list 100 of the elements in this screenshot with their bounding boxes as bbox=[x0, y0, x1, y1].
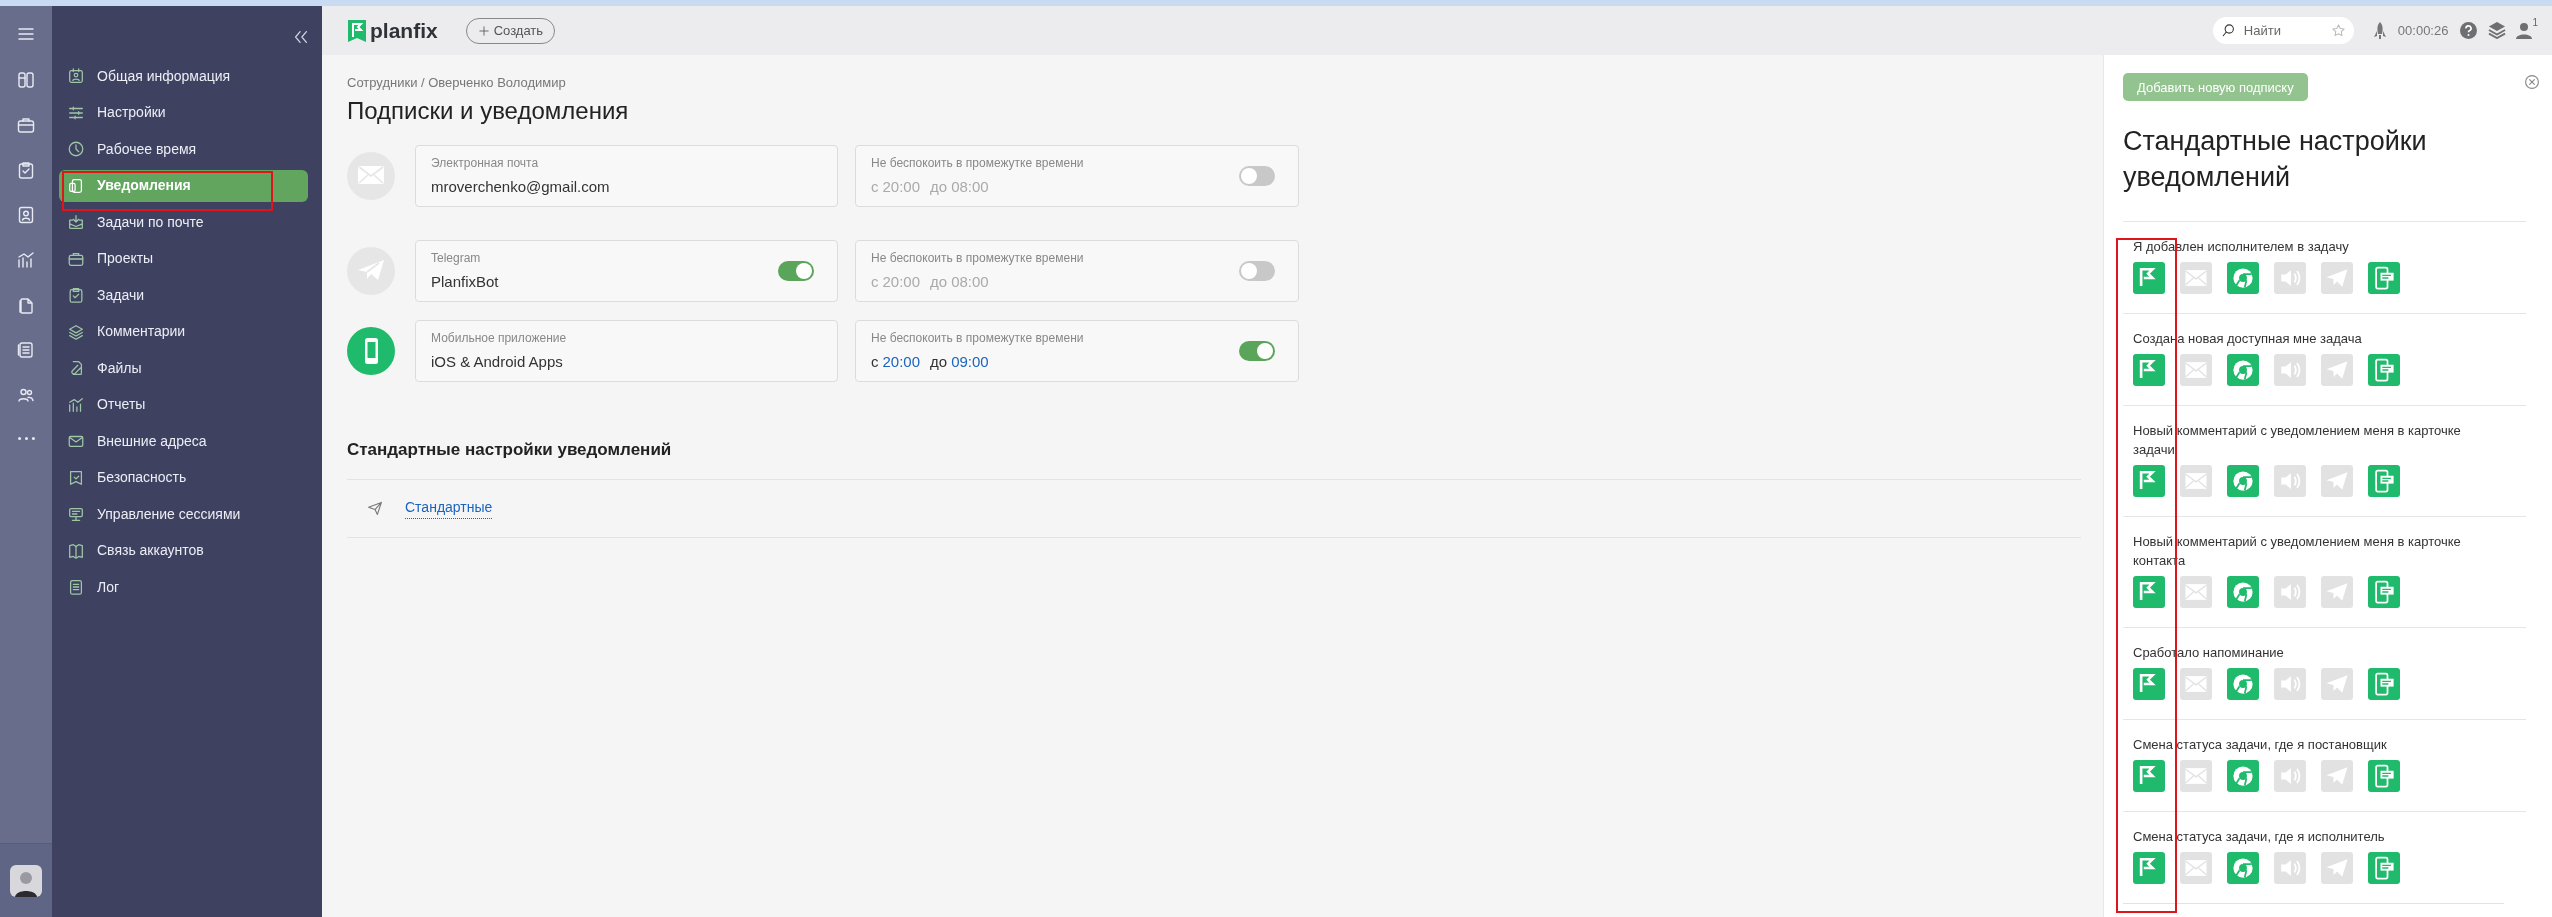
field-label: Не беспокоить в промежутке времени bbox=[871, 155, 1085, 173]
channel-toggle[interactable] bbox=[2274, 576, 2306, 608]
subscription-link[interactable]: Стандартные bbox=[405, 497, 493, 520]
avatar-icon[interactable] bbox=[10, 864, 42, 897]
sidebar-item[interactable]: Задачи по почте bbox=[59, 206, 308, 238]
channel-toggle[interactable] bbox=[2180, 668, 2212, 700]
channel-toggle[interactable] bbox=[2133, 576, 2165, 608]
sidebar-item[interactable]: Проекты bbox=[59, 242, 308, 275]
layers-icon bbox=[67, 322, 85, 341]
sidebar-item[interactable]: Безопасность bbox=[59, 461, 308, 494]
channel-toggle[interactable] bbox=[2274, 760, 2306, 792]
channel-toggle[interactable] bbox=[2368, 354, 2400, 386]
rocket-icon[interactable] bbox=[2371, 21, 2388, 40]
sidebar-item[interactable]: Связь аккаунтов bbox=[59, 534, 308, 567]
channel-toggle[interactable] bbox=[2321, 262, 2353, 294]
channel-toggle[interactable] bbox=[2227, 262, 2259, 294]
channel-toggle[interactable] bbox=[2368, 576, 2400, 608]
columns-icon bbox=[16, 70, 36, 90]
channel-toggle[interactable] bbox=[2180, 262, 2212, 294]
channel-toggle[interactable] bbox=[2180, 465, 2212, 497]
contact-card-icon bbox=[16, 205, 36, 225]
toggle-switch[interactable] bbox=[778, 261, 814, 282]
chevrons-left-icon bbox=[292, 28, 310, 46]
channel-toggle[interactable] bbox=[2321, 465, 2353, 497]
channel-toggle[interactable] bbox=[2368, 668, 2400, 700]
channel-toggle[interactable] bbox=[2227, 354, 2259, 386]
toggle-switch[interactable] bbox=[1239, 341, 1275, 362]
channel-toggle[interactable] bbox=[2321, 576, 2353, 608]
channel-toggle[interactable] bbox=[2274, 465, 2306, 497]
channel-toggle[interactable] bbox=[2274, 668, 2306, 700]
channel-toggle[interactable] bbox=[2227, 760, 2259, 792]
layers-icon[interactable] bbox=[2488, 22, 2507, 39]
channel-toggle[interactable] bbox=[2368, 760, 2400, 792]
rail-button[interactable] bbox=[16, 115, 36, 135]
sidebar-item[interactable]: Лог bbox=[59, 571, 308, 603]
event-label: Смена статуса задачи, где я исполнитель bbox=[2133, 828, 2386, 846]
channel-toggle[interactable] bbox=[2227, 668, 2259, 700]
channel-toggle[interactable] bbox=[2133, 465, 2165, 497]
search-box[interactable]: Найти bbox=[2212, 17, 2354, 44]
breadcrumb: Сотрудники / Оверченко Володимир bbox=[347, 74, 567, 92]
search-field[interactable]: Найти bbox=[2241, 19, 2325, 42]
star-icon[interactable] bbox=[2330, 23, 2346, 38]
field-label: Электронная почта bbox=[431, 155, 540, 173]
rail-button[interactable] bbox=[16, 340, 36, 360]
sidebar-item[interactable]: Рабочее время bbox=[59, 133, 308, 165]
id-card-icon bbox=[67, 67, 85, 85]
logo-text: planfix bbox=[370, 17, 438, 44]
field-label: Не беспокоить в промежутке времени bbox=[871, 250, 1085, 268]
rail-button[interactable] bbox=[16, 205, 36, 225]
channel-toggle[interactable] bbox=[2274, 354, 2306, 386]
rail-button[interactable] bbox=[16, 70, 36, 90]
sidebar-item[interactable]: Внешние адреса bbox=[59, 425, 308, 457]
help-icon[interactable] bbox=[2460, 22, 2478, 39]
channel-toggle[interactable] bbox=[2133, 354, 2165, 386]
event-label: Новый комментарий с уведомлением меня в карточке задачи bbox=[2133, 422, 2462, 459]
sidebar-item[interactable]: Настройки bbox=[59, 96, 308, 129]
channel-toggle[interactable] bbox=[2321, 760, 2353, 792]
channel-toggle[interactable] bbox=[2227, 576, 2259, 608]
sidebar-item[interactable]: Комментарии bbox=[59, 315, 308, 348]
event-label: Смена статуса задачи, где я постановщик bbox=[2133, 736, 2388, 754]
channel-toggle[interactable] bbox=[2227, 852, 2259, 884]
channel-toggle[interactable] bbox=[2274, 852, 2306, 884]
channel-toggle[interactable] bbox=[2368, 852, 2400, 884]
channel-toggle[interactable] bbox=[2133, 668, 2165, 700]
channel-toggle[interactable] bbox=[2180, 576, 2212, 608]
rail-button[interactable] bbox=[16, 295, 36, 315]
field-label: Не беспокоить в промежутке времени bbox=[871, 330, 1085, 348]
sidebar-item[interactable]: Управление сессиями bbox=[59, 498, 308, 530]
sidebar-item[interactable]: Задачи bbox=[59, 279, 308, 311]
close-icon bbox=[2524, 73, 2540, 90]
timer: 00:00:26 bbox=[2397, 21, 2449, 40]
channel-toggle[interactable] bbox=[2133, 760, 2165, 792]
channel-toggle[interactable] bbox=[2368, 465, 2400, 497]
toggle-switch[interactable] bbox=[1239, 166, 1275, 187]
notes-icon bbox=[67, 578, 85, 596]
toggle-switch[interactable] bbox=[1239, 261, 1275, 282]
channel-toggle[interactable] bbox=[2274, 262, 2306, 294]
channel-toggle[interactable] bbox=[2321, 354, 2353, 386]
rail-button[interactable] bbox=[16, 250, 36, 270]
chart-icon bbox=[67, 395, 85, 414]
dots-icon bbox=[17, 437, 35, 440]
channel-toggle[interactable] bbox=[2227, 465, 2259, 497]
channel-toggle[interactable] bbox=[2368, 262, 2400, 294]
sidebar-item[interactable]: Отчеты bbox=[59, 388, 308, 421]
channel-toggle[interactable] bbox=[2180, 354, 2212, 386]
time-range: с 20:00 до 09:00 bbox=[871, 352, 990, 373]
more-button[interactable] bbox=[17, 437, 35, 440]
channel-toggle[interactable] bbox=[2133, 852, 2165, 884]
channel-toggle[interactable] bbox=[2180, 760, 2212, 792]
search-icon bbox=[2220, 23, 2236, 38]
channel-toggle[interactable] bbox=[2321, 852, 2353, 884]
section-title: Стандартные настройки уведомлений bbox=[347, 439, 673, 462]
sidebar-item[interactable]: Общая информация bbox=[59, 60, 308, 92]
channel-toggle[interactable] bbox=[2133, 262, 2165, 294]
paper-plane-icon bbox=[367, 500, 383, 517]
sidebar-item[interactable]: Файлы bbox=[59, 352, 308, 384]
channel-toggle[interactable] bbox=[2180, 852, 2212, 884]
rail-button[interactable] bbox=[16, 160, 36, 180]
collapse-button[interactable] bbox=[292, 28, 310, 46]
channel-toggle[interactable] bbox=[2321, 668, 2353, 700]
